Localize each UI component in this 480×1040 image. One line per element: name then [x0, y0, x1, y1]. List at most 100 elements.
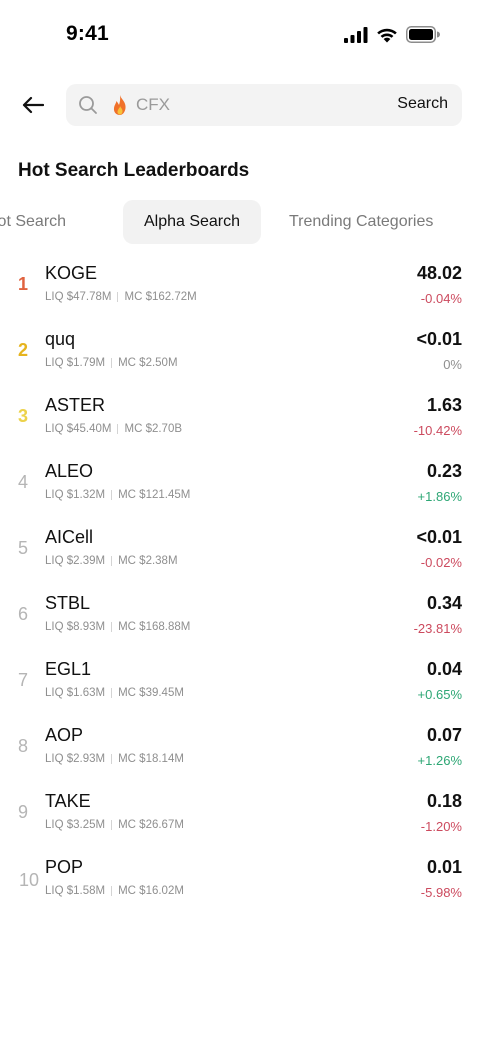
list-item[interactable]: 6 STBL LIQ $8.93M MC $168.88M 0.34 -23.8…	[0, 588, 480, 654]
rank-number: 9	[18, 802, 29, 822]
search-icon	[79, 96, 97, 114]
liquidity-value: LIQ $3.25M	[45, 819, 106, 831]
list-item[interactable]: 5 AICell LIQ $2.39M MC $2.38M <0.01 -0.0…	[0, 522, 480, 588]
list-item[interactable]: 7 EGL1 LIQ $1.63M MC $39.45M 0.04 +0.65%	[0, 654, 480, 720]
token-price: <0.01	[416, 527, 462, 547]
list-item[interactable]: 1 KOGE LIQ $47.78M MC $162.72M 48.02 -0.…	[0, 258, 480, 324]
token-symbol: quq	[45, 329, 76, 349]
liquidity-value: LIQ $8.93M	[45, 621, 106, 633]
leaderboard-tabs: Hot Search Alpha Search Trending Categor…	[0, 200, 480, 244]
stat-divider	[111, 556, 113, 566]
token-symbol: STBL	[45, 593, 91, 613]
price-change: -10.42%	[413, 423, 462, 438]
stat-divider	[111, 688, 113, 698]
market-cap-value: MC $2.50M	[118, 357, 178, 369]
liquidity-value: LIQ $45.40M	[45, 423, 112, 435]
tab-alpha-search[interactable]: Alpha Search	[123, 200, 261, 244]
stat-divider	[111, 820, 113, 830]
token-price: <0.01	[416, 329, 462, 349]
back-button[interactable]	[18, 90, 48, 120]
rank-number: 1	[18, 274, 29, 294]
token-price: 0.07	[426, 725, 462, 745]
market-cap-value: MC $121.45M	[118, 489, 191, 501]
rank-number: 3	[18, 406, 29, 426]
stat-divider	[111, 490, 113, 500]
rank-number: 2	[18, 340, 29, 360]
token-stats: LIQ $1.79M MC $2.50M	[45, 357, 178, 369]
list-item[interactable]: 3 ASTER LIQ $45.40M MC $2.70B 1.63 -10.4…	[0, 390, 480, 456]
status-time: 9:41	[66, 22, 109, 45]
tab-hot-search[interactable]: Hot Search	[0, 200, 106, 244]
token-symbol: AOP	[45, 725, 84, 745]
list-item[interactable]: 10 POP LIQ $1.58M MC $16.02M 0.01 -5.98%	[0, 852, 480, 918]
status-bar: 9:41	[0, 0, 480, 72]
section-title: Hot Search Leaderboards	[18, 160, 250, 181]
price-change: -5.98%	[420, 885, 462, 900]
rank-number: 8	[18, 736, 29, 756]
token-symbol: AICell	[45, 527, 94, 547]
liquidity-value: LIQ $47.78M	[45, 291, 112, 303]
search-input[interactable]: CFX Search	[66, 84, 462, 126]
market-cap-value: MC $26.67M	[118, 819, 184, 831]
stat-divider	[111, 622, 113, 632]
search-placeholder-text: CFX	[136, 95, 170, 114]
token-price: 0.04	[426, 659, 462, 679]
price-change: -23.81%	[413, 621, 462, 636]
price-change: 0%	[443, 357, 462, 372]
stat-divider	[117, 424, 119, 434]
token-price: 0.18	[426, 791, 462, 811]
token-price: 1.63	[426, 395, 462, 415]
price-change: -1.20%	[420, 819, 462, 834]
tab-trending-categories[interactable]: Trending Categories	[289, 200, 433, 244]
market-cap-value: MC $39.45M	[118, 687, 184, 699]
stat-divider	[111, 754, 113, 764]
token-symbol: ASTER	[45, 395, 106, 415]
list-item[interactable]: 8 AOP LIQ $2.93M MC $18.14M 0.07 +1.26%	[0, 720, 480, 786]
liquidity-value: LIQ $1.63M	[45, 687, 106, 699]
token-stats: LIQ $45.40M MC $2.70B	[45, 423, 182, 435]
rank-number: 5	[18, 538, 29, 558]
market-cap-value: MC $168.88M	[118, 621, 191, 633]
rank-number: 6	[18, 604, 29, 624]
price-change: +1.26%	[417, 753, 462, 768]
token-stats: LIQ $3.25M MC $26.67M	[45, 819, 184, 831]
stat-divider	[117, 292, 119, 302]
list-item[interactable]: 9 TAKE LIQ $3.25M MC $26.67M 0.18 -1.20%	[0, 786, 480, 852]
token-symbol: TAKE	[45, 791, 91, 811]
price-change: +0.65%	[417, 687, 462, 702]
token-stats: LIQ $2.39M MC $2.38M	[45, 555, 178, 567]
market-cap-value: MC $162.72M	[124, 291, 197, 303]
battery-icon	[406, 26, 440, 43]
fire-icon	[113, 95, 126, 115]
rank-number: 4	[18, 472, 29, 492]
token-price: 48.02	[416, 263, 462, 283]
stat-divider	[111, 886, 113, 896]
price-change: -0.04%	[420, 291, 462, 306]
market-cap-value: MC $2.38M	[118, 555, 178, 567]
search-placeholder: CFX	[110, 94, 170, 116]
search-button[interactable]: Search	[397, 95, 448, 113]
market-cap-value: MC $16.02M	[118, 885, 184, 897]
market-cap-value: MC $18.14M	[118, 753, 184, 765]
liquidity-value: LIQ $1.58M	[45, 885, 106, 897]
market-cap-value: MC $2.70B	[124, 423, 183, 435]
token-stats: LIQ $2.93M MC $18.14M	[45, 753, 184, 765]
liquidity-value: LIQ $1.32M	[45, 489, 106, 501]
price-change: +1.86%	[417, 489, 462, 504]
token-stats: LIQ $1.58M MC $16.02M	[45, 885, 184, 897]
price-change: -0.02%	[420, 555, 462, 570]
token-stats: LIQ $1.32M MC $121.45M	[45, 489, 190, 501]
liquidity-value: LIQ $2.93M	[45, 753, 106, 765]
token-stats: LIQ $1.63M MC $39.45M	[45, 687, 184, 699]
rank-number: 10	[19, 870, 40, 890]
liquidity-value: LIQ $1.79M	[45, 357, 106, 369]
list-item[interactable]: 4 ALEO LIQ $1.32M MC $121.45M 0.23 +1.86…	[0, 456, 480, 522]
rank-number: 7	[18, 670, 29, 690]
token-symbol: ALEO	[45, 461, 94, 481]
liquidity-value: LIQ $2.39M	[45, 555, 106, 567]
token-stats: LIQ $47.78M MC $162.72M	[45, 291, 197, 303]
list-item[interactable]: 2 quq LIQ $1.79M MC $2.50M <0.01 0%	[0, 324, 480, 390]
cellular-signal-icon	[344, 26, 368, 43]
token-stats: LIQ $8.93M MC $168.88M	[45, 621, 190, 633]
token-price: 0.01	[426, 857, 462, 877]
